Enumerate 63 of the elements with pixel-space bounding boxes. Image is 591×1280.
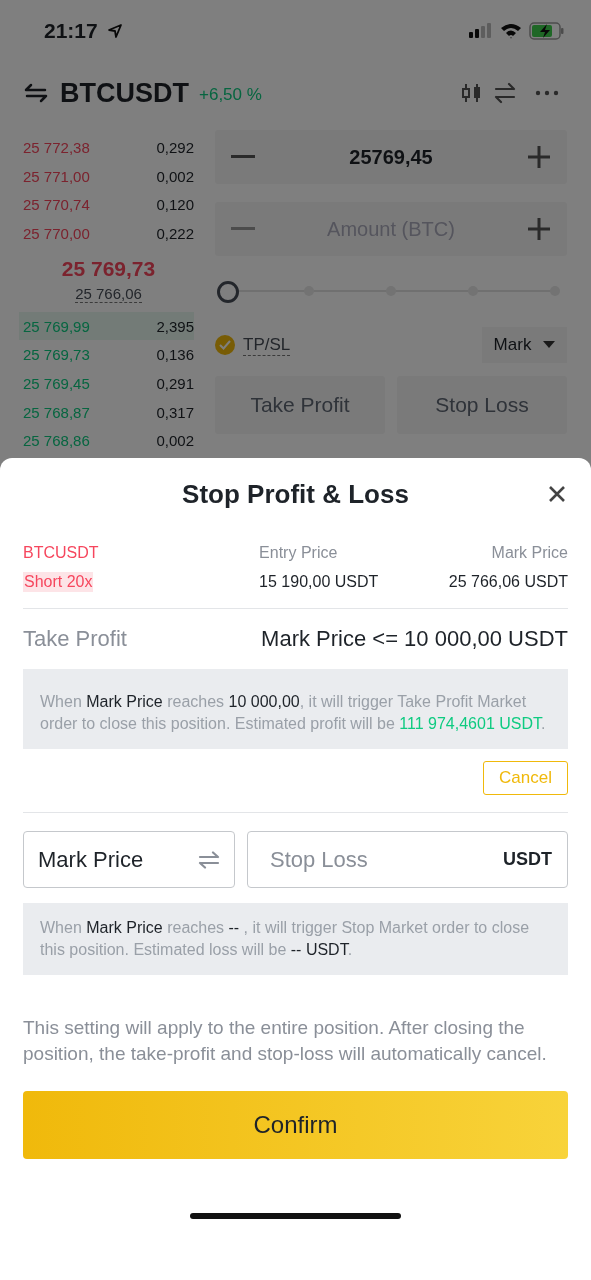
order-quantity: 0,002: [156, 167, 194, 185]
take-profit-description: When Mark Price reaches 10 000,00, it will trigger Take Profit Market order to close this position. Estimated profit will be 111 974,4601 USDT.: [40, 692, 547, 734]
minus-icon[interactable]: [231, 227, 255, 231]
plus-icon[interactable]: [527, 145, 551, 169]
ask-price: 25 770,00: [23, 224, 90, 242]
price-change: +6,50 %: [199, 85, 262, 105]
mark-price-value: 25 766,06 USDT: [448, 573, 568, 591]
plus-icon[interactable]: [527, 217, 551, 241]
order-option-button[interactable]: Stop Loss: [397, 376, 567, 434]
take-profit-condition: Mark Price <= 10 000,00 USDT: [261, 626, 568, 652]
note-text: This setting will apply to the entire position. After closing the position, the take-profit and stop-loss will automatically cancel.: [23, 1016, 548, 1066]
entry-price-label: Entry Price: [259, 544, 338, 562]
position-symbol: BTCUSDT: [23, 544, 99, 562]
order-quantity: 0,120: [156, 196, 194, 214]
order-quantity: 0,292: [156, 138, 194, 156]
signal-icon: [469, 23, 493, 39]
sheet-title: Stop Profit & Loss: [182, 478, 409, 510]
bid-price: 25 769,45: [23, 374, 90, 392]
order-quantity: 0,222: [156, 224, 194, 242]
confirm-button[interactable]: Confirm: [23, 1091, 568, 1159]
location-arrow-icon: [106, 23, 123, 39]
symbol-title[interactable]: BTCUSDT: [60, 77, 189, 109]
trigger-type-select[interactable]: Mark Price: [23, 831, 235, 888]
unit-label: USDT: [503, 849, 552, 870]
ask-price: 25 772,38: [23, 138, 90, 156]
position-side-tag: Short 20x: [23, 572, 94, 592]
order-option-button[interactable]: Take Profit: [215, 376, 385, 434]
mark-price[interactable]: 25 766,06: [75, 284, 142, 303]
battery-charging-icon: [529, 22, 565, 40]
swap-icon: [198, 850, 220, 869]
close-icon[interactable]: [548, 485, 566, 503]
mark-price-label: Mark Price: [491, 544, 568, 562]
slider-thumb[interactable]: [217, 281, 239, 303]
checkbox[interactable]: [215, 335, 235, 355]
stop-loss-field[interactable]: Stop Loss USDT: [247, 831, 568, 888]
price-field[interactable]: 25769,45: [215, 130, 567, 184]
take-profit-label: Take Profit: [23, 626, 127, 652]
entry-price-value: 15 190,00 USDT: [259, 573, 379, 591]
bid-price: 25 769,73: [23, 346, 90, 364]
wifi-icon: [500, 23, 522, 39]
tpsl-label[interactable]: TP/SL: [243, 334, 291, 356]
status-time: 21:17: [44, 19, 98, 43]
order-quantity: 2,395: [156, 317, 194, 335]
bid-price: 25 769,99: [23, 317, 90, 335]
order-quantity: 0,291: [156, 374, 194, 392]
checkmark-icon: [219, 340, 231, 350]
stop-loss-description: When Mark Price reaches -- , it will trigger Stop Market order to close this position. Estimated loss will be -- USDT.: [40, 918, 531, 960]
bid-price: 25 768,87: [23, 403, 90, 421]
price-input[interactable]: 25769,45: [255, 144, 527, 170]
order-quantity: 0,317: [156, 403, 194, 421]
swap-icon[interactable]: [493, 82, 517, 104]
last-price: 25 769,73: [61, 256, 156, 281]
swap-icon[interactable]: [24, 83, 48, 103]
candlestick-icon[interactable]: [461, 83, 483, 103]
caret-icon: [543, 341, 556, 349]
bid-price: 25 768,86: [23, 432, 90, 450]
ask-price: 25 771,00: [23, 167, 90, 185]
order-quantity: 0,002: [156, 432, 194, 450]
price-type-dropdown[interactable]: Mark: [482, 327, 567, 363]
order-quantity: 0,136: [156, 346, 194, 364]
ask-price: 25 770,74: [23, 196, 90, 214]
minus-icon[interactable]: [231, 155, 255, 159]
more-icon[interactable]: [535, 90, 559, 96]
